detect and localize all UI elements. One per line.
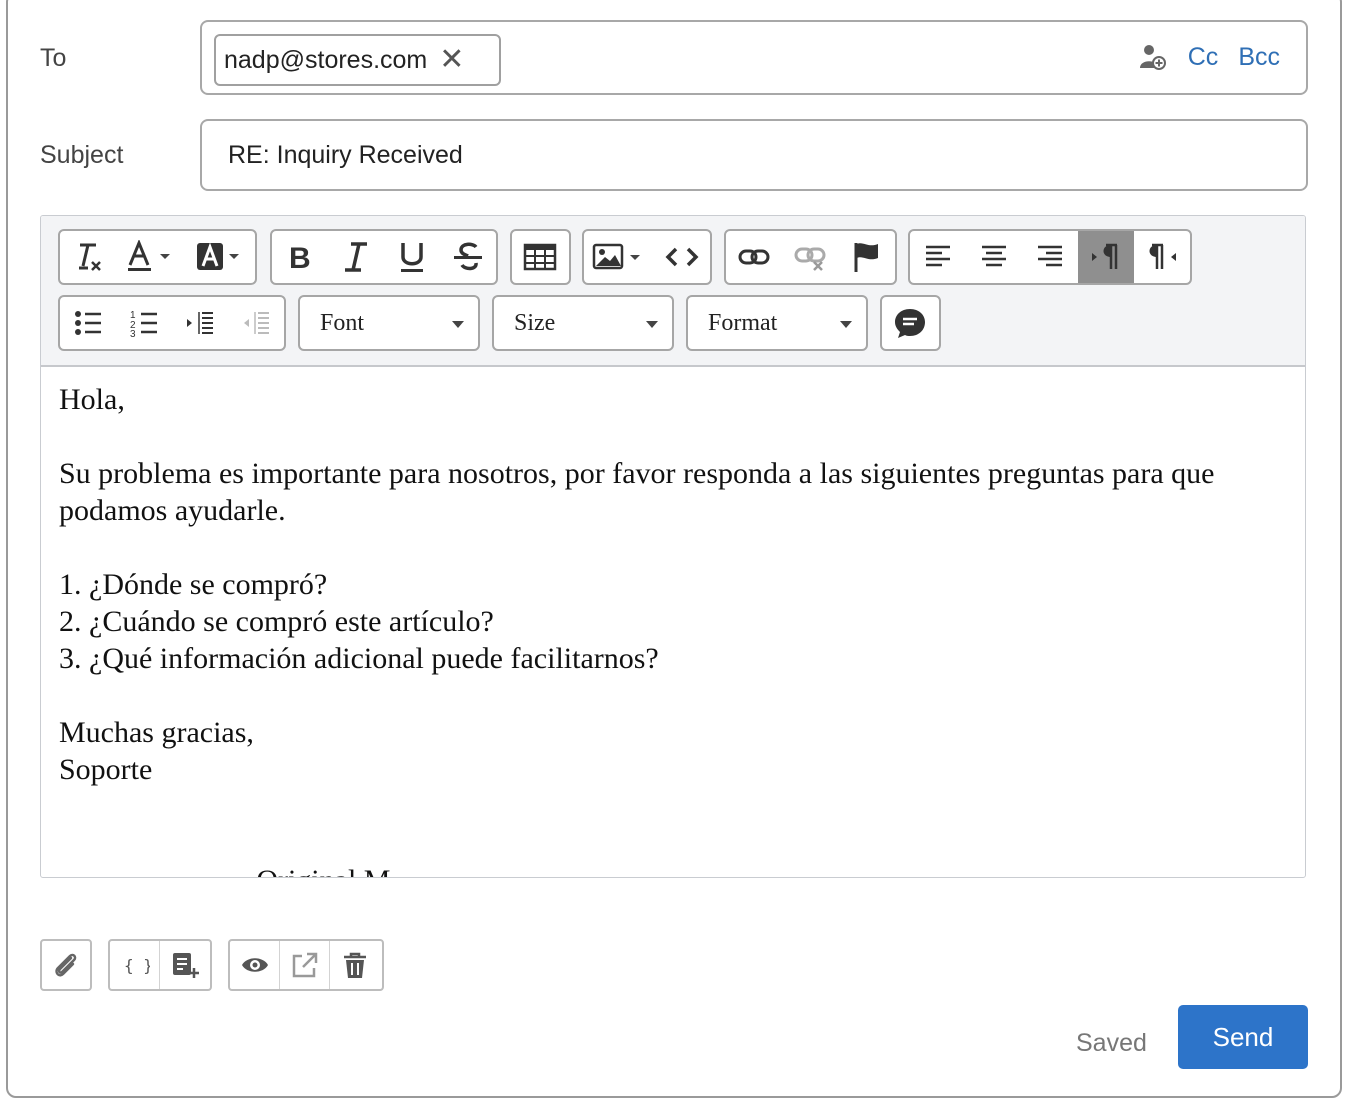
delete-trash-icon[interactable]	[330, 941, 380, 989]
comment-group	[880, 295, 941, 351]
signature-text: Soporte	[59, 753, 153, 786]
size-select[interactable]: Size	[492, 295, 674, 351]
remove-format-icon[interactable]	[60, 231, 116, 283]
pop-out-icon[interactable]	[280, 941, 330, 989]
rich-text-editor: B 1 2 3 Font Size Format Hola, Su proble…	[40, 215, 1306, 878]
rtl-direction-icon[interactable]	[1134, 231, 1190, 283]
recipient-chip[interactable]: nadp@stores.com ✕	[214, 34, 501, 86]
font-select[interactable]: Font	[298, 295, 480, 351]
text-color-icon[interactable]	[116, 231, 186, 283]
chevron-down-icon	[452, 321, 464, 328]
add-contact-icon[interactable]	[1138, 42, 1168, 72]
chevron-down-icon	[646, 321, 658, 328]
size-select-label: Size	[514, 309, 556, 336]
to-field[interactable]: nadp@stores.com ✕ Cc Bcc	[200, 20, 1308, 95]
recipient-email: nadp@stores.com	[224, 45, 428, 74]
text-style-group: B	[270, 229, 498, 285]
table-group	[510, 229, 571, 285]
greeting-text: Hola,	[59, 383, 125, 416]
attach-group	[40, 939, 92, 991]
source-code-icon[interactable]	[654, 231, 710, 283]
to-label: To	[40, 44, 67, 72]
table-icon[interactable]	[512, 231, 568, 283]
bcc-link[interactable]: Bcc	[1238, 43, 1280, 72]
numbered-list-icon[interactable]: 123	[116, 297, 172, 349]
subject-label: Subject	[40, 141, 124, 169]
preview-group	[228, 939, 384, 991]
format-select[interactable]: Format	[686, 295, 868, 351]
merge-fields-icon[interactable]: { }	[110, 941, 160, 989]
svg-text:B: B	[289, 242, 311, 274]
increase-indent-icon[interactable]	[172, 297, 228, 349]
editor-toolbar: B 1 2 3 Font Size Format	[41, 216, 1305, 367]
ltr-direction-icon[interactable]	[1078, 231, 1134, 283]
closing-text: Muchas gracias,	[59, 716, 254, 749]
remove-recipient-icon[interactable]: ✕	[439, 45, 464, 75]
chevron-down-icon	[840, 321, 852, 328]
attach-paperclip-icon[interactable]	[42, 941, 90, 989]
insert-template-icon[interactable]	[160, 941, 210, 989]
format-select-label: Format	[708, 309, 778, 336]
italic-icon[interactable]	[328, 231, 384, 283]
subject-input[interactable]: RE: Inquiry Received	[200, 119, 1308, 191]
underline-icon[interactable]	[384, 231, 440, 283]
list-group: 123	[58, 295, 286, 351]
decrease-indent-icon[interactable]	[228, 297, 284, 349]
link-group	[724, 229, 897, 285]
insert-group	[582, 229, 712, 285]
message-paragraph: Su problema es importante para nosotros,…	[59, 457, 1215, 527]
font-select-label: Font	[320, 309, 365, 336]
strikethrough-icon[interactable]	[440, 231, 496, 283]
align-right-icon[interactable]	[1022, 231, 1078, 283]
send-button[interactable]: Send	[1178, 1005, 1308, 1069]
question-1: 1. ¿Dónde se compró?	[59, 568, 328, 601]
svg-text:3: 3	[130, 329, 136, 338]
unlink-icon[interactable]	[782, 231, 838, 283]
question-2: 2. ¿Cuándo se compró este artículo?	[59, 605, 494, 638]
question-3: 3. ¿Qué información adicional puede faci…	[59, 642, 659, 675]
link-icon[interactable]	[726, 231, 782, 283]
cc-link[interactable]: Cc	[1188, 43, 1219, 72]
template-group: { }	[108, 939, 212, 991]
message-body[interactable]: Hola, Su problema es importante para nos…	[59, 381, 1255, 877]
bold-icon[interactable]: B	[272, 231, 328, 283]
anchor-flag-icon[interactable]	[838, 231, 894, 283]
bullet-list-icon[interactable]	[60, 297, 116, 349]
align-left-icon[interactable]	[910, 231, 966, 283]
background-color-icon[interactable]	[185, 231, 255, 283]
original-message-divider: ------------------- Original M	[59, 862, 1255, 877]
image-icon[interactable]	[584, 231, 654, 283]
comment-icon[interactable]	[882, 297, 938, 349]
preview-eye-icon[interactable]	[230, 941, 280, 989]
format-color-group	[58, 229, 257, 285]
align-center-icon[interactable]	[966, 231, 1022, 283]
svg-text:{ }: { }	[124, 956, 150, 975]
save-status: Saved	[1076, 1029, 1147, 1057]
alignment-group	[908, 229, 1192, 285]
